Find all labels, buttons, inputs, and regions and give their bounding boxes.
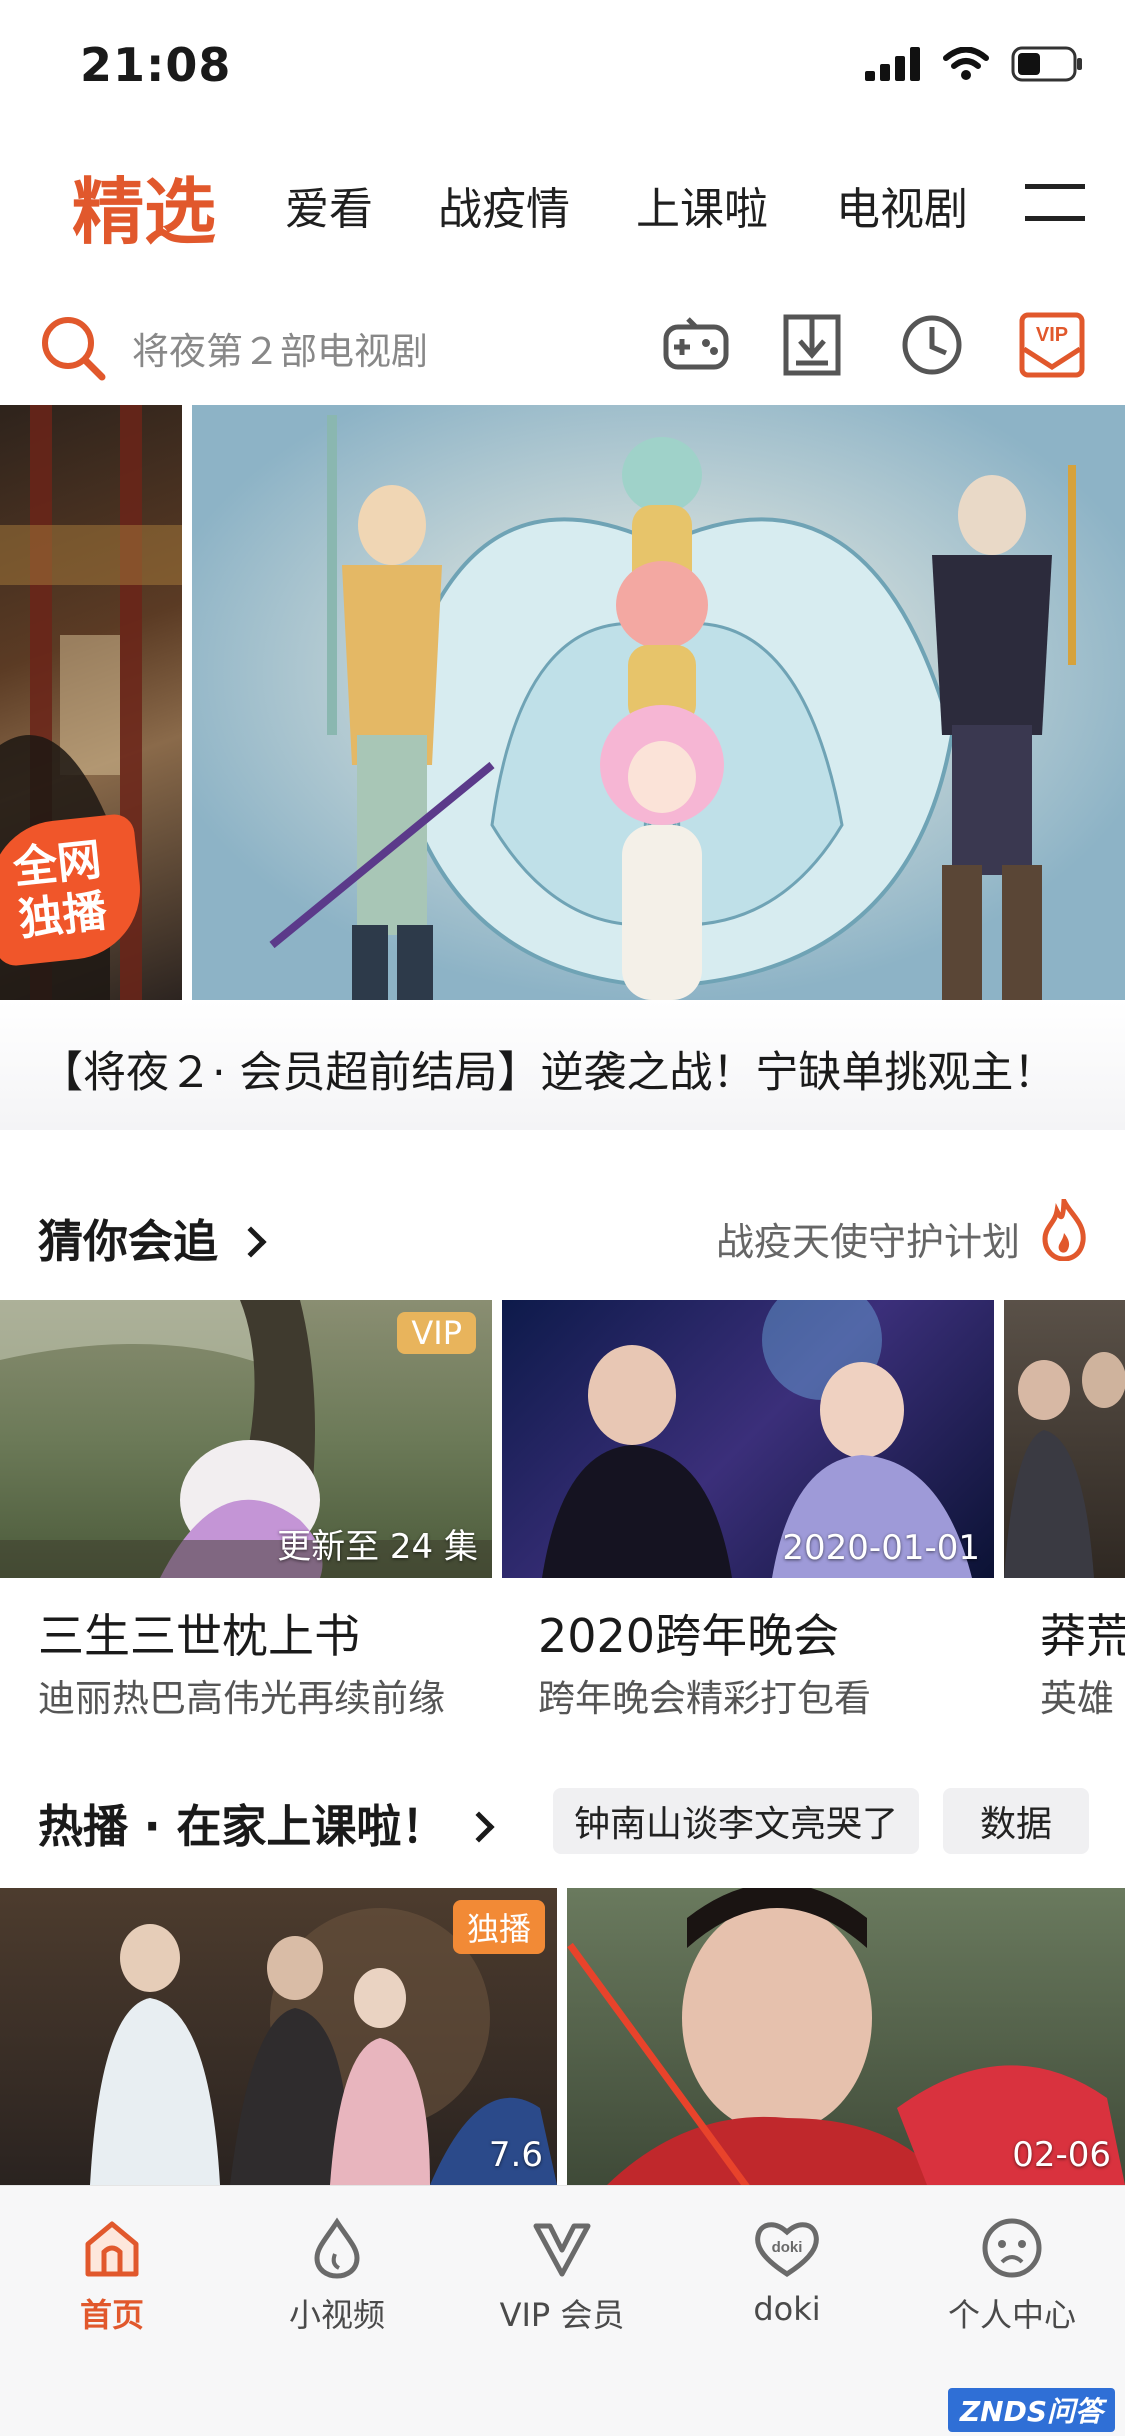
card-title[interactable]: 三生三世枕上书 xyxy=(38,1600,360,1666)
tab-dianshiju[interactable]: 电视剧 xyxy=(836,150,968,260)
section-recommend-title[interactable]: 猜你会追 xyxy=(38,1205,267,1270)
banner-caption: 【将夜２· 会员超前结局】逆袭之战！宁缺单挑观主！ xyxy=(40,1048,1057,1098)
exclusive-badge: 独播 xyxy=(452,1900,545,1954)
tab-aikan[interactable]: 爱看 xyxy=(285,150,373,260)
hot-video-thumb[interactable]: 独播 7.6 xyxy=(0,1888,557,2185)
tab-doki[interactable]: doki doki xyxy=(687,2216,887,2346)
episode-label: 更新至 24 集 xyxy=(277,1527,478,1567)
status-bar: 21:08 xyxy=(0,0,1125,130)
tab-shangkela[interactable]: 上课啦 xyxy=(636,150,768,260)
watermark-logo: ZNDS问答 xyxy=(947,2388,1115,2432)
search-input[interactable]: 将夜第２部电视剧 xyxy=(132,321,428,375)
history-clock-icon[interactable] xyxy=(898,309,966,381)
chevron-right-icon xyxy=(463,1811,495,1843)
banner-prev-image[interactable]: 全网独播 xyxy=(0,405,182,1000)
drop-icon xyxy=(314,2217,360,2279)
date-label: 02-06 xyxy=(1012,2135,1111,2175)
signal-icon xyxy=(865,47,920,81)
battery-icon xyxy=(1011,46,1082,82)
banner-caption-area[interactable]: 【将夜２· 会员超前结局】逆袭之战！宁缺单挑观主！ xyxy=(0,1000,1125,1130)
recommend-thumb[interactable]: VIP 更新至 24 集 xyxy=(0,1300,492,1578)
recommend-thumb[interactable] xyxy=(1004,1300,1125,1578)
recommend-thumb[interactable]: 2020-01-01 xyxy=(502,1300,994,1578)
thumb-art xyxy=(1004,1352,1125,1578)
hot-tag[interactable]: 数据 xyxy=(943,1788,1089,1854)
vip-badge: VIP xyxy=(397,1312,476,1354)
svg-text:doki: doki xyxy=(772,2239,803,2256)
tab-vip[interactable]: VIP 会员 xyxy=(462,2216,662,2346)
wifi-icon xyxy=(943,47,989,80)
section-recommend-header[interactable]: 猜你会追 战疫天使守护计划 xyxy=(0,1195,1125,1275)
status-time: 21:08 xyxy=(80,38,232,92)
section-hot-title[interactable]: 热播 · 在家上课啦！ xyxy=(38,1790,495,1855)
search-icon[interactable] xyxy=(38,313,108,383)
tab-label: doki xyxy=(753,2290,821,2328)
menu-icon[interactable] xyxy=(1025,172,1085,232)
tab-profile[interactable]: 个人中心 xyxy=(912,2216,1112,2346)
top-nav: 精选 爱看 战疫情 上课啦 电视剧 xyxy=(0,150,1125,260)
vip-crown-icon xyxy=(533,2223,591,2277)
tab-label: 首页 xyxy=(79,2296,144,2334)
card-subtitle: 英雄 xyxy=(1040,1677,1114,1720)
card-subtitle: 迪丽热巴高伟光再续前缘 xyxy=(38,1677,445,1720)
tab-zhanyiqing[interactable]: 战疫情 xyxy=(438,150,570,260)
download-icon[interactable] xyxy=(778,309,846,381)
score-label: 7.6 xyxy=(488,2135,543,2175)
flame-icon[interactable] xyxy=(1039,1199,1089,1261)
gamepad-icon[interactable] xyxy=(662,309,730,381)
svg-text:VIP: VIP xyxy=(1036,324,1068,346)
search-row: 将夜第２部电视剧 VIP xyxy=(0,295,1125,395)
hot-video-thumb[interactable]: 02-06 xyxy=(567,1888,1125,2185)
date-label: 2020-01-01 xyxy=(782,1528,980,1568)
card-subtitle: 跨年晚会精彩打包看 xyxy=(538,1677,871,1720)
doki-heart-icon: doki xyxy=(755,2222,819,2277)
status-icons xyxy=(865,46,1083,82)
section-recommend-link[interactable]: 战疫天使守护计划 xyxy=(716,1211,1020,1266)
profile-icon xyxy=(982,2218,1042,2278)
vip-envelope-icon[interactable]: VIP xyxy=(1018,309,1086,381)
tab-label: 小视频 xyxy=(288,2296,385,2334)
card-title[interactable]: 莽荒 xyxy=(1040,1600,1125,1666)
tab-home[interactable]: 首页 xyxy=(12,2216,212,2346)
tab-short-video[interactable]: 小视频 xyxy=(237,2216,437,2346)
tab-label: 个人中心 xyxy=(947,2296,1076,2334)
home-icon xyxy=(85,2221,139,2277)
hot-tag[interactable]: 钟南山谈李文亮哭了 xyxy=(553,1788,919,1854)
tab-label: VIP 会员 xyxy=(499,2296,625,2334)
banner-main-image[interactable] xyxy=(192,405,1125,1000)
tab-jingxuan[interactable]: 精选 xyxy=(72,150,216,260)
card-title[interactable]: 2020跨年晚会 xyxy=(538,1600,839,1666)
chevron-right-icon xyxy=(235,1226,267,1258)
banner-artwork xyxy=(192,405,1125,1000)
